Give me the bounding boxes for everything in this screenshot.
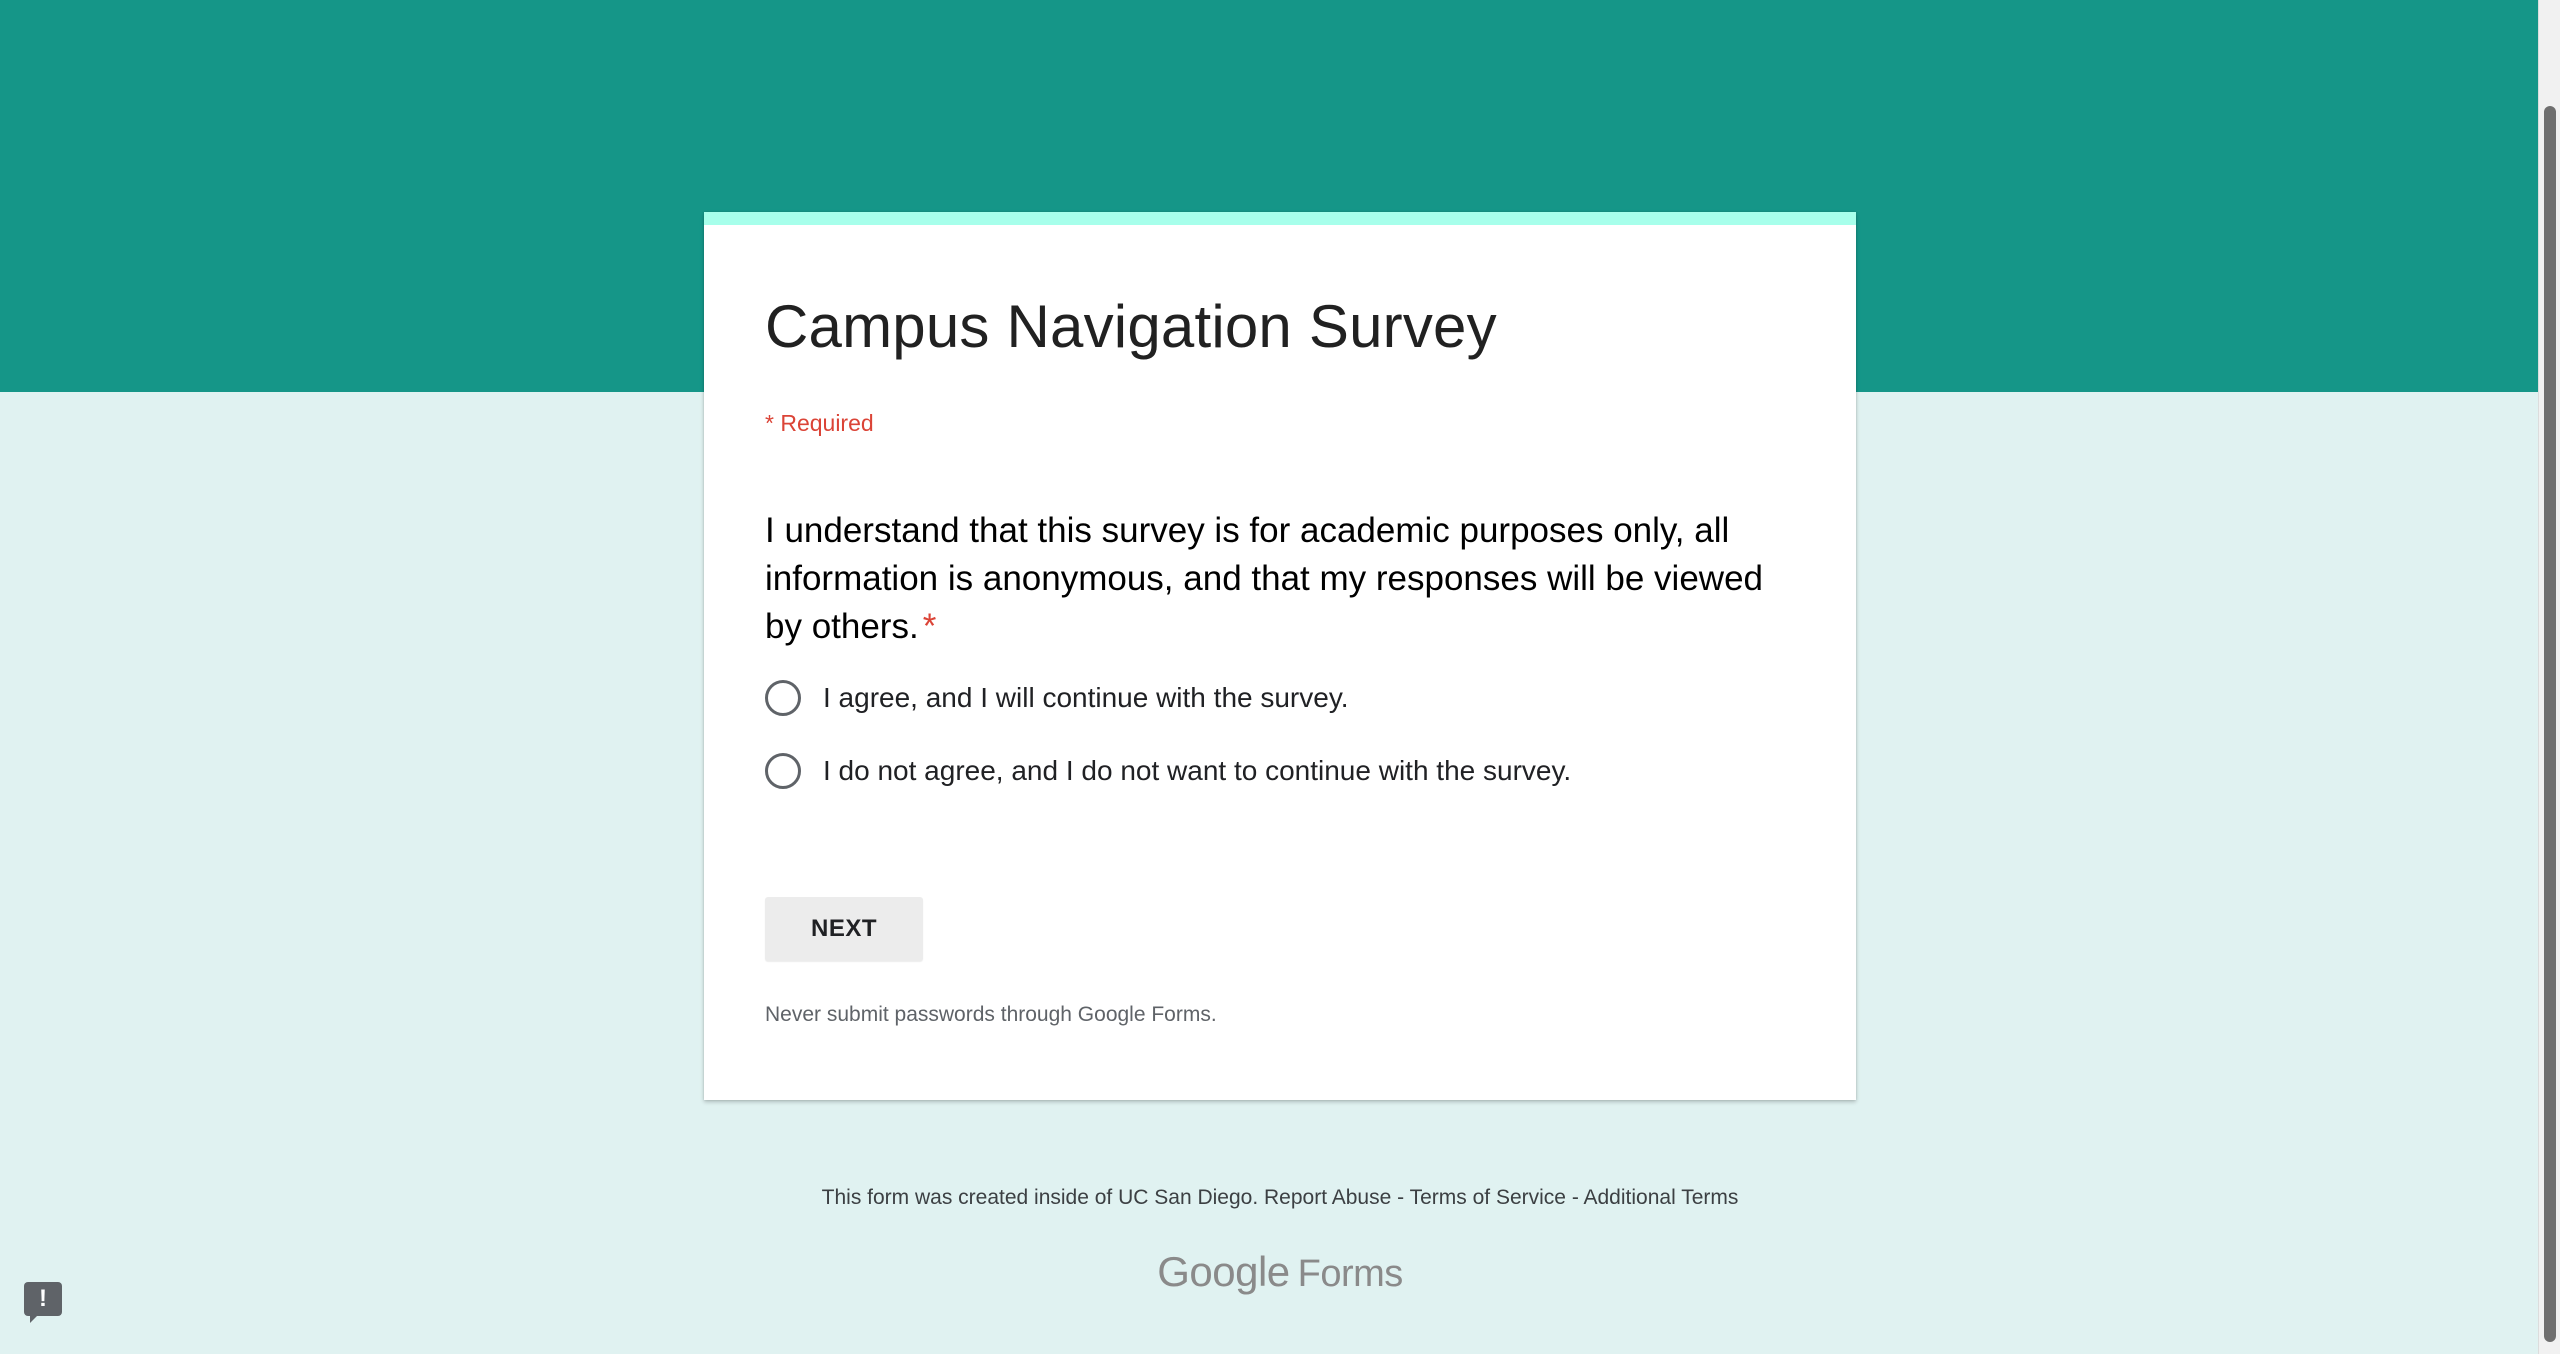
option-disagree[interactable]: I do not agree, and I do not want to con…: [765, 751, 1571, 791]
brand-forms: Forms: [1297, 1253, 1404, 1295]
additional-terms-link[interactable]: Additional Terms: [1584, 1186, 1739, 1209]
form-accent-strip: [704, 212, 1856, 225]
required-note: * Required: [765, 410, 874, 436]
terms-of-service-link[interactable]: Terms of Service: [1410, 1186, 1566, 1209]
report-abuse-link[interactable]: Report Abuse: [1264, 1186, 1391, 1209]
option-agree-label[interactable]: I agree, and I will continue with the su…: [823, 682, 1349, 714]
google-forms-logo[interactable]: Google Forms: [0, 1248, 2560, 1296]
radio-agree[interactable]: [765, 680, 801, 716]
scrollbar-thumb[interactable]: [2544, 106, 2556, 1342]
form-card: Campus Navigation Survey * Required I un…: [704, 212, 1856, 1100]
feedback-icon: !: [39, 1285, 47, 1312]
next-button[interactable]: NEXT: [765, 897, 923, 961]
password-warning: Never submit passwords through Google Fo…: [765, 1003, 1217, 1026]
brand-google: Google: [1157, 1248, 1290, 1295]
form-title: Campus Navigation Survey: [765, 293, 1497, 360]
question-text: I understand that this survey is for aca…: [765, 507, 1805, 651]
footer-separator: -: [1571, 1186, 1579, 1209]
feedback-button[interactable]: !: [24, 1282, 62, 1323]
footer-created-text: This form was created inside of UC San D…: [821, 1186, 1259, 1209]
option-agree[interactable]: I agree, and I will continue with the su…: [765, 678, 1349, 718]
question-label: I understand that this survey is for aca…: [765, 511, 1763, 646]
radio-disagree[interactable]: [765, 753, 801, 789]
option-disagree-label[interactable]: I do not agree, and I do not want to con…: [823, 755, 1571, 787]
footer-text: This form was created inside of UC San D…: [0, 1186, 2560, 1210]
required-star: *: [922, 607, 937, 646]
footer-separator: -: [1397, 1186, 1405, 1209]
scrollbar-track[interactable]: [2538, 0, 2560, 1354]
